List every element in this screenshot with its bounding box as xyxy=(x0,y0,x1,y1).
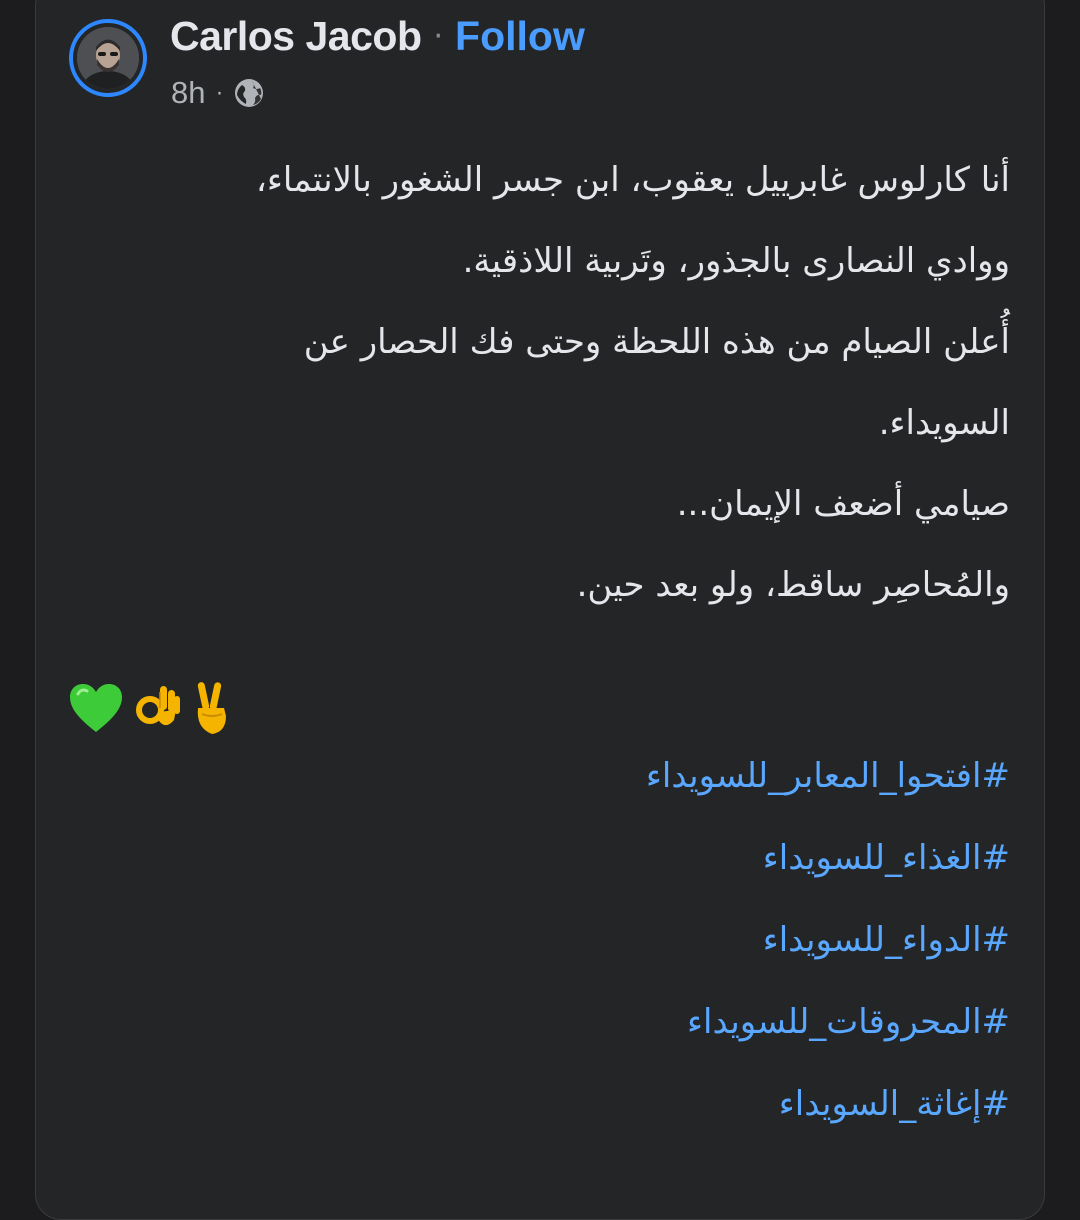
profile-photo xyxy=(77,27,139,89)
victory-hand-icon xyxy=(192,680,232,740)
post-text-line: أُعلن الصيام من هذه اللحظة وحتى فك الحصا… xyxy=(303,322,1010,362)
hashtag-link[interactable]: #الغذاء_للسويداء xyxy=(110,817,1010,899)
follow-button[interactable]: Follow xyxy=(455,13,585,60)
author-name[interactable]: Carlos Jacob xyxy=(170,13,422,60)
post-text-line: والمُحاصِر ساقط، ولو بعد حين. xyxy=(576,565,1010,605)
globe-icon xyxy=(233,77,265,109)
hashtag-link[interactable]: #الدواء_للسويداء xyxy=(110,899,1010,981)
post-text-line: ووادي النصارى بالجذور، وتَربية اللاذقية. xyxy=(462,241,1010,281)
hashtag-link[interactable]: #افتحوا_المعابر_للسويداء xyxy=(110,735,1010,817)
post-text-line: السويداء. xyxy=(878,403,1010,443)
hashtag-list: #افتحوا_المعابر_للسويداء #الغذاء_للسويدا… xyxy=(110,735,1010,1145)
hashtag-link[interactable]: #إغاثة_السويداء xyxy=(110,1063,1010,1145)
post-header: Carlos Jacob · Follow xyxy=(170,10,585,62)
post-text-line: صيامي أضعف الإيمان... xyxy=(676,484,1010,524)
green-heart-icon xyxy=(68,682,124,738)
author-avatar[interactable] xyxy=(69,19,147,97)
post-meta: 8h · xyxy=(171,72,265,114)
header-separator: · xyxy=(433,18,444,54)
emoji-row xyxy=(68,680,232,740)
post-text: أنا كارلوس غابرييل يعقوب، ابن جسر الشغور… xyxy=(160,140,1010,626)
ok-hand-icon xyxy=(136,680,180,740)
post-text-line: أنا كارلوس غابرييل يعقوب، ابن جسر الشغور… xyxy=(255,160,1010,200)
post-timestamp[interactable]: 8h xyxy=(171,75,205,111)
meta-separator: · xyxy=(215,79,224,106)
hashtag-link[interactable]: #المحروقات_للسويداء xyxy=(110,981,1010,1063)
